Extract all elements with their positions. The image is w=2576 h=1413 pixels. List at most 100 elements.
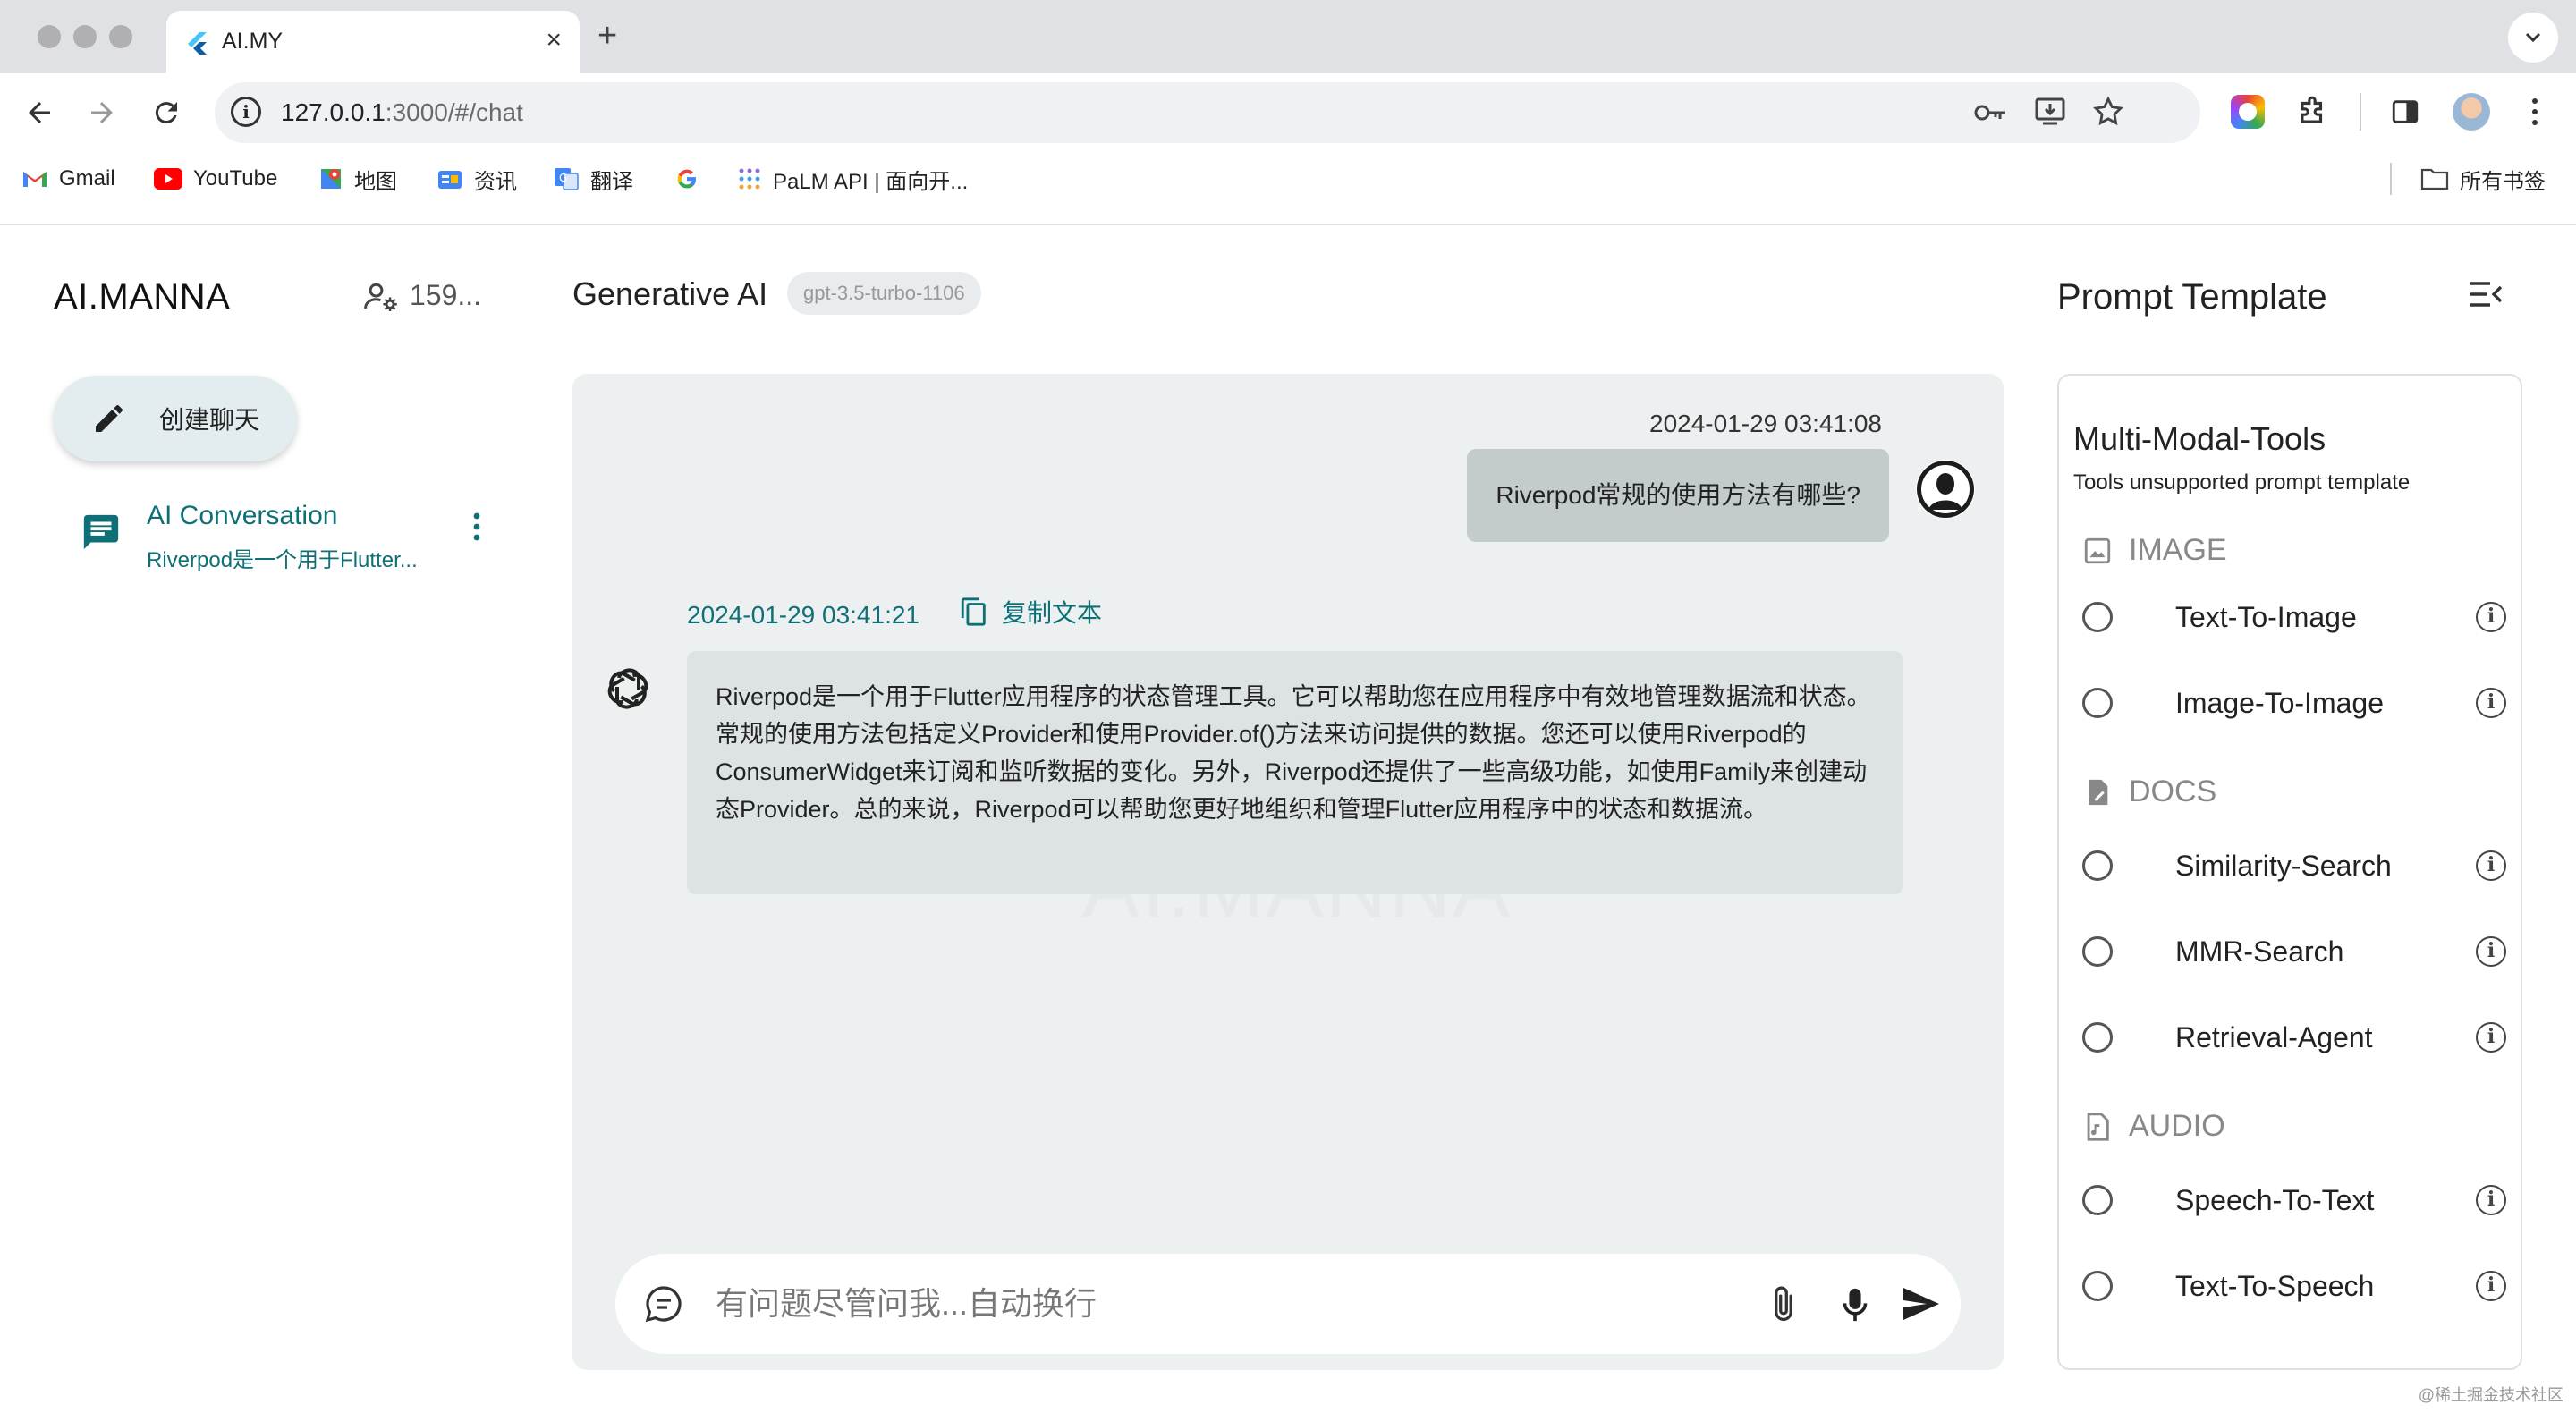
- option-text-to-speech[interactable]: Text-To-Speech i: [2082, 1259, 2512, 1313]
- model-chip[interactable]: gpt-3.5-turbo-1106: [787, 272, 981, 315]
- option-label: Similarity-Search: [2175, 849, 2392, 882]
- bookmark-palm[interactable]: PaLM API | 面向开...: [737, 161, 968, 197]
- youtube-icon: [154, 168, 182, 190]
- bookmark-maps[interactable]: 地图: [318, 161, 397, 197]
- chevron-down-icon: [2525, 32, 2541, 43]
- bookmark-translate[interactable]: G 翻译: [553, 161, 633, 197]
- browser-menu-icon[interactable]: [2526, 95, 2544, 129]
- color-extension-icon[interactable]: [2231, 95, 2265, 129]
- section-label: DOCS: [2129, 774, 2217, 808]
- new-chat-button[interactable]: 创建聊天: [54, 376, 297, 461]
- bookmark-label: PaLM API | 面向开...: [773, 169, 969, 194]
- app-root: AI.MANNA 159... 创建聊天 AI Conversation Riv…: [0, 225, 2576, 1413]
- conversation-title: AI Conversation: [147, 501, 338, 530]
- info-icon[interactable]: i: [2476, 1022, 2506, 1053]
- openai-logo-icon: [607, 668, 648, 709]
- browser-toolbar: i 127.0.0.1:3000/#/chat: [0, 73, 2576, 225]
- attach-file-icon[interactable]: [1766, 1284, 1801, 1325]
- brand-title: AI.MANNA: [54, 277, 231, 317]
- window-minimize-dot[interactable]: [73, 25, 97, 48]
- option-label: Speech-To-Text: [2175, 1183, 2375, 1216]
- option-similarity-search[interactable]: Similarity-Search i: [2082, 839, 2512, 893]
- toolbar-divider: [2360, 93, 2361, 131]
- back-icon[interactable]: [23, 97, 55, 129]
- image-icon: [2084, 537, 2111, 563]
- chat-input-bar: [615, 1254, 1961, 1354]
- info-icon[interactable]: i: [2476, 688, 2506, 718]
- profile-avatar[interactable]: [2453, 93, 2490, 131]
- bookmark-youtube[interactable]: YouTube: [154, 161, 277, 197]
- option-label: MMR-Search: [2175, 935, 2344, 968]
- option-label: Image-To-Image: [2175, 686, 2384, 719]
- radio-button[interactable]: [2082, 1271, 2113, 1301]
- new-tab-icon[interactable]: +: [597, 18, 617, 54]
- microphone-icon[interactable]: [1837, 1284, 1873, 1325]
- google-icon: [677, 169, 696, 189]
- window-close-dot[interactable]: [38, 25, 61, 48]
- chat-icon: [83, 514, 119, 550]
- option-label: Retrieval-Agent: [2175, 1020, 2373, 1053]
- window-zoom-dot[interactable]: [109, 25, 132, 48]
- new-chat-label: 创建聊天: [159, 406, 260, 434]
- card-title: Multi-Modal-Tools: [2073, 420, 2326, 457]
- manage-accounts-icon[interactable]: [361, 277, 401, 317]
- radio-button[interactable]: [2082, 1185, 2113, 1215]
- user-silhouette-icon: [1917, 461, 1974, 518]
- translate-icon: G: [555, 168, 579, 190]
- url-text[interactable]: 127.0.0.1:3000/#/chat: [281, 98, 523, 127]
- audio-file-icon: [2087, 1112, 2109, 1141]
- radio-button[interactable]: [2082, 688, 2113, 718]
- chat-message-input[interactable]: [716, 1279, 1699, 1329]
- option-mmr-search[interactable]: MMR-Search i: [2082, 925, 2512, 978]
- user-message-bubble: Riverpod常规的使用方法有哪些?: [1467, 449, 1889, 542]
- install-app-icon[interactable]: [2034, 97, 2066, 127]
- docs-icon: [2089, 779, 2108, 805]
- option-image-to-image[interactable]: Image-To-Image i: [2082, 676, 2512, 730]
- key-icon[interactable]: [1973, 98, 2009, 127]
- user-count[interactable]: 159...: [410, 279, 481, 312]
- radio-button[interactable]: [2082, 850, 2113, 881]
- browser-tab[interactable]: AI.MY ×: [166, 11, 580, 73]
- option-label: Text-To-Speech: [2175, 1269, 2375, 1302]
- all-bookmarks-button[interactable]: 所有书签: [2420, 161, 2546, 197]
- prompt-chat-icon[interactable]: [642, 1282, 685, 1325]
- chat-panel: AI.MANNA 2024-01-29 03:41:08 Riverpod常规的…: [572, 374, 2004, 1370]
- more-vert-icon[interactable]: [470, 512, 483, 542]
- url-host: 127.0.0.1: [281, 98, 386, 126]
- copy-text-button[interactable]: 复制文本: [959, 594, 1102, 630]
- radio-button[interactable]: [2082, 602, 2113, 632]
- info-icon[interactable]: i: [2476, 936, 2506, 967]
- tab-search-button[interactable]: [2508, 13, 2558, 63]
- side-panel-icon[interactable]: [2390, 97, 2420, 127]
- reload-icon[interactable]: [150, 97, 182, 129]
- conversation-item[interactable]: AI Conversation Riverpod是一个用于Flutter...: [54, 485, 501, 583]
- bookmarks-bar: Gmail YouTube 地图 资讯 G 翻译 PaLM API | 面向开.…: [0, 161, 2576, 197]
- tab-close-icon[interactable]: ×: [546, 27, 562, 54]
- bookmark-google[interactable]: [674, 161, 699, 197]
- site-info-icon[interactable]: i: [231, 97, 261, 127]
- extensions-puzzle-icon[interactable]: [2295, 95, 2329, 129]
- option-text-to-image[interactable]: Text-To-Image i: [2082, 590, 2512, 644]
- option-retrieval-agent[interactable]: Retrieval-Agent i: [2082, 1011, 2512, 1064]
- gmail-icon: [23, 172, 47, 187]
- section-image: IMAGE: [2082, 533, 2227, 568]
- info-icon[interactable]: i: [2476, 1185, 2506, 1215]
- send-icon[interactable]: [1900, 1284, 1943, 1324]
- info-icon[interactable]: i: [2476, 602, 2506, 632]
- radio-button[interactable]: [2082, 1022, 2113, 1053]
- bookmark-star-icon[interactable]: [2091, 95, 2125, 129]
- news-icon: [438, 171, 462, 189]
- prompt-template-title: Prompt Template: [2057, 277, 2327, 317]
- bookmark-gmail[interactable]: Gmail: [21, 161, 115, 197]
- collapse-menu-icon[interactable]: [2469, 279, 2503, 309]
- section-label: AUDIO: [2129, 1109, 2225, 1143]
- section-audio: AUDIO: [2082, 1109, 2225, 1144]
- radio-button[interactable]: [2082, 936, 2113, 967]
- browser-tab-bar: AI.MY × +: [0, 0, 2576, 73]
- address-bar[interactable]: i 127.0.0.1:3000/#/chat: [215, 82, 2200, 143]
- forward-icon[interactable]: [86, 97, 118, 129]
- bookmark-news[interactable]: 资讯: [436, 161, 517, 197]
- info-icon[interactable]: i: [2476, 850, 2506, 881]
- info-icon[interactable]: i: [2476, 1271, 2506, 1301]
- option-speech-to-text[interactable]: Speech-To-Text i: [2082, 1173, 2512, 1227]
